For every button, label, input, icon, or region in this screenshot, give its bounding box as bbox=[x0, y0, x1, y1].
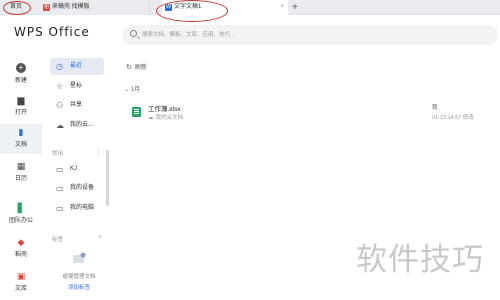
search-input[interactable]: 搜索文档、模板、文库、应用、技巧... bbox=[122, 25, 498, 45]
nav-label: 我的设备 bbox=[70, 185, 95, 191]
plus-icon: + bbox=[16, 63, 26, 73]
rail-item-daoke[interactable]: ◆ 稻壳 bbox=[0, 234, 42, 264]
rail-label: 打开 bbox=[14, 110, 27, 116]
add-tag-link[interactable]: 添加标签 bbox=[50, 283, 108, 291]
annotation-ellipse bbox=[156, 0, 228, 22]
rail-label: 稻壳 bbox=[14, 252, 27, 258]
nav-item-starred[interactable]: ☆ 星标 bbox=[50, 78, 104, 95]
rail-label: 日历 bbox=[14, 176, 27, 182]
nav-item-kj[interactable]: ▭ KJ bbox=[50, 161, 104, 178]
left-rail: + 新建 ▆ 打开 ▮ 文档 ▦ 日历 ▋ 团队办公 ◆ 稻壳 ▣ 文库 bbox=[0, 56, 42, 300]
rail-label: 文库 bbox=[14, 286, 27, 292]
nav-label: 最近 bbox=[70, 63, 83, 69]
more-icon[interactable]: ⋮ bbox=[95, 148, 102, 156]
section-label: 常用 bbox=[52, 151, 64, 157]
calendar-icon: ▦ bbox=[16, 161, 26, 171]
rail-item-calendar[interactable]: ▦ 日历 bbox=[0, 158, 42, 188]
nav-label: 共享 bbox=[70, 102, 83, 108]
nav-label: 星标 bbox=[70, 83, 83, 89]
section-label: 标签 bbox=[52, 237, 64, 243]
nav-label: 我的云... bbox=[70, 122, 94, 128]
month-label: 1月 bbox=[130, 87, 141, 93]
nav-item-recent[interactable]: ◷ 最近 bbox=[50, 58, 104, 75]
star-icon: ☆ bbox=[56, 82, 64, 91]
scrollbar[interactable] bbox=[106, 150, 109, 206]
file-row[interactable]: 工作簿.xlsx ☁ 我的云文档 我 01-13 14:57 修改 bbox=[126, 100, 498, 124]
nav-item-cloud[interactable]: ☁ 我的云... bbox=[50, 117, 104, 134]
library-icon: ▣ bbox=[16, 271, 26, 281]
file-location-label: 我的云文档 bbox=[155, 115, 184, 121]
daoke-icon: ◆ bbox=[17, 237, 25, 247]
file-owner: 我 bbox=[432, 105, 438, 111]
nav-item-my-computer[interactable]: ▭ 我的电脑 bbox=[50, 200, 104, 217]
cloud-icon: ☁ bbox=[56, 121, 64, 130]
nav-item-shared[interactable]: ⚇ 共享 bbox=[50, 97, 104, 114]
daoke-icon: 稻 bbox=[43, 4, 50, 11]
folder-icon: ▭ bbox=[56, 165, 64, 174]
rail-label: 团队办公 bbox=[8, 218, 33, 224]
refresh-label: 刷新 bbox=[134, 65, 147, 71]
search-placeholder: 搜索文档、模板、文库、应用、技巧... bbox=[142, 32, 235, 38]
rail-item-team[interactable]: ▋ 团队办公 bbox=[0, 200, 42, 230]
clock-icon: ◷ bbox=[56, 62, 63, 71]
nav-label: KJ bbox=[70, 166, 78, 172]
file-location: ☁ 我的云文档 bbox=[148, 113, 183, 121]
file-name: 工作簿.xlsx bbox=[148, 106, 181, 113]
rail-item-new[interactable]: + 新建 bbox=[0, 60, 42, 90]
search-icon bbox=[130, 30, 137, 37]
nav-label: 我的电脑 bbox=[70, 205, 95, 211]
nav-item-my-device[interactable]: ▭ 我的设备 bbox=[50, 180, 104, 197]
cloud-icon: ☁ bbox=[148, 115, 154, 121]
rail-label: 新建 bbox=[14, 78, 27, 84]
watermark: 软件技巧 bbox=[356, 242, 484, 278]
rail-item-open[interactable]: ▆ 打开 bbox=[0, 92, 42, 122]
file-modified-time: 01-13 14:57 修改 bbox=[432, 115, 474, 121]
rail-item-library[interactable]: ▣ 文库 bbox=[0, 268, 42, 298]
folder-icon: ▆ bbox=[17, 95, 25, 105]
annotation-ellipse bbox=[3, 1, 31, 15]
tab-template[interactable]: 稻 来稿壳 找模版 bbox=[40, 0, 150, 15]
share-icon: ⚇ bbox=[56, 101, 64, 110]
tab-bar: 首页 稻 来稿壳 找模版 W 文字文稿1 × + bbox=[0, 0, 500, 15]
section-tags: 标签 + bbox=[52, 234, 104, 243]
section-common: 常用 ⋮ bbox=[52, 149, 104, 157]
device-icon: ▭ bbox=[56, 184, 64, 193]
rail-item-documents[interactable]: ▮ 文档 bbox=[0, 124, 42, 154]
spreadsheet-icon bbox=[132, 107, 141, 117]
tags-empty-text: 便捷管理文档 bbox=[62, 274, 96, 280]
document-icon: ▮ bbox=[18, 127, 24, 137]
new-tab-button[interactable]: + bbox=[292, 0, 298, 15]
close-icon[interactable]: × bbox=[280, 0, 284, 15]
rail-label: 文档 bbox=[14, 142, 27, 148]
computer-icon: ▭ bbox=[56, 204, 64, 213]
refresh-icon: ↻ bbox=[126, 64, 132, 71]
month-group-header: ⌄ 1月 bbox=[124, 87, 141, 93]
refresh-button[interactable]: ↻ 刷新 bbox=[126, 62, 147, 71]
app-logo: WPS Office bbox=[14, 25, 90, 39]
team-icon: ▋ bbox=[17, 203, 25, 213]
tab-template-label: 来稿壳 找模版 bbox=[52, 4, 90, 10]
tag-illustration-icon bbox=[73, 252, 86, 263]
add-tag-icon[interactable]: + bbox=[98, 234, 102, 241]
